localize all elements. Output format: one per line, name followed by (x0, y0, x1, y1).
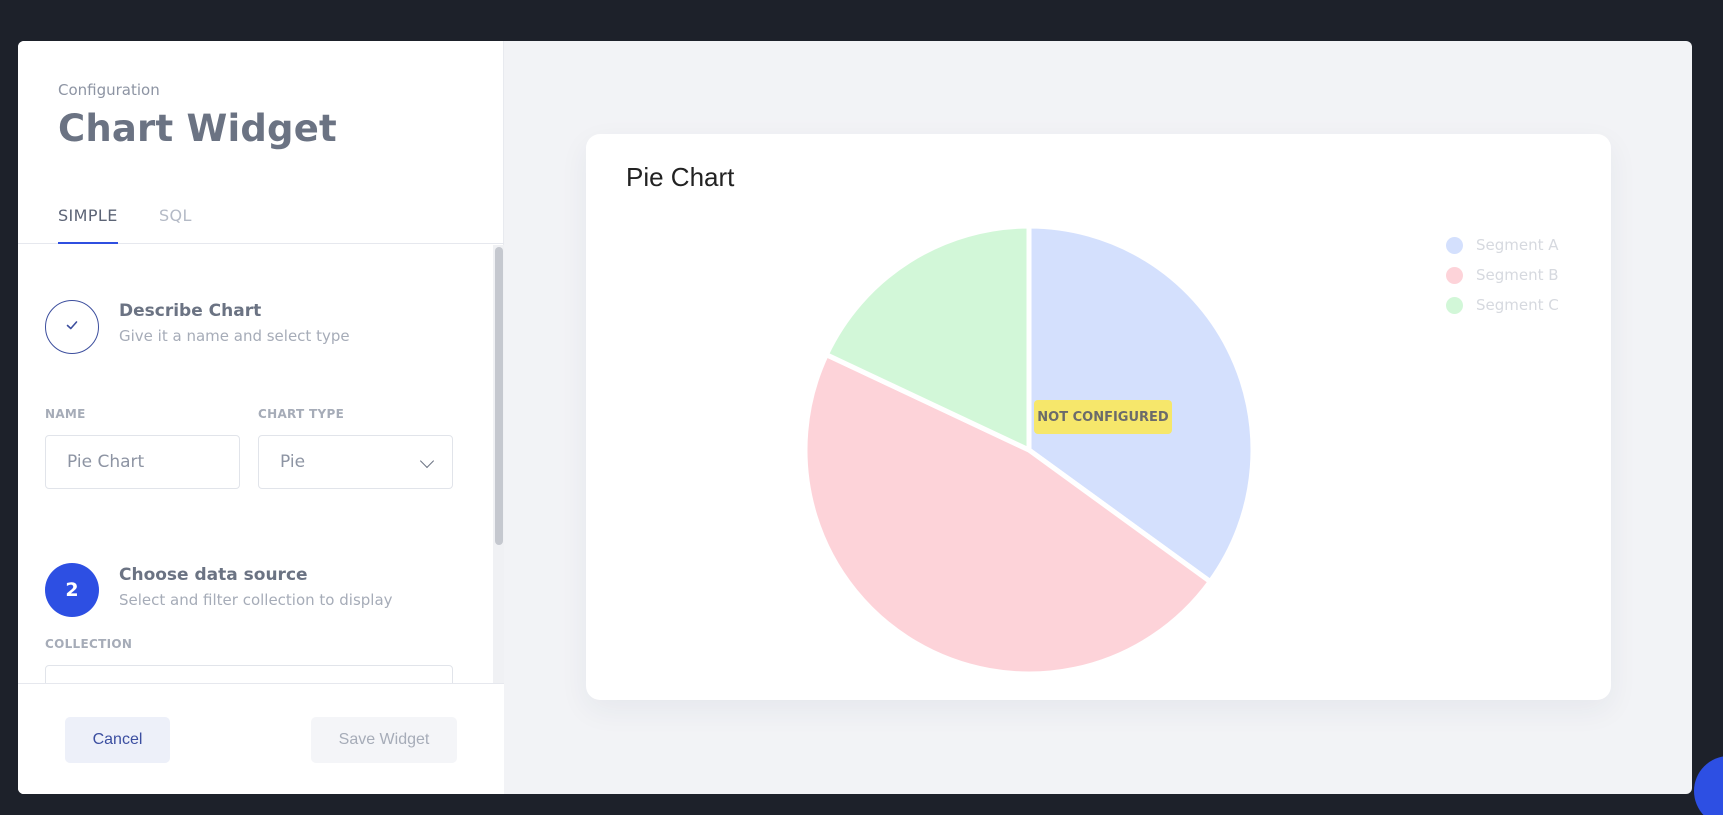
chart-preview-card: Pie Chart Segment A Segment B Segment C NO… (586, 134, 1611, 700)
tab-bar: SIMPLE SQL (18, 201, 504, 244)
panel-scrollbar[interactable] (493, 245, 504, 683)
chart-type-value: Pie (280, 452, 306, 472)
chart-widget-modal: Configuration Chart Widget SIMPLE SQL De… (18, 41, 1692, 794)
save-widget-button[interactable]: Save Widget (311, 717, 457, 763)
floating-action-button[interactable] (1694, 756, 1723, 815)
name-input[interactable]: Pie Chart (45, 435, 240, 489)
collection-label: COLLECTION (45, 637, 133, 651)
check-icon (64, 317, 80, 337)
name-input-value: Pie Chart (67, 452, 145, 472)
step-1-subtitle: Give it a name and select type (119, 327, 350, 345)
chart-legend: Segment A Segment B Segment C (1446, 230, 1559, 320)
step-1-complete-badge (45, 300, 99, 354)
name-label: NAME (45, 407, 86, 421)
not-configured-badge: NOT CONFIGURED (1034, 400, 1172, 434)
tab-sql[interactable]: SQL (159, 201, 192, 244)
legend-swatch (1446, 296, 1463, 314)
config-panel: Configuration Chart Widget SIMPLE SQL De… (18, 41, 504, 794)
step-2-title: Choose data source (119, 565, 308, 585)
step-2-subtitle: Select and filter collection to display (119, 591, 393, 609)
steps-scroll-area: Describe Chart Give it a name and select… (18, 245, 504, 683)
cancel-button[interactable]: Cancel (65, 717, 170, 763)
legend-item-segment-a[interactable]: Segment A (1446, 230, 1559, 260)
legend-label: Segment C (1476, 296, 1559, 314)
legend-label: Segment A (1476, 236, 1559, 254)
eyebrow-label: Configuration (58, 81, 160, 99)
step-2-number-badge: 2 (45, 563, 99, 617)
legend-item-segment-b[interactable]: Segment B (1446, 260, 1559, 290)
legend-label: Segment B (1476, 266, 1559, 284)
step-1-title: Describe Chart (119, 301, 262, 321)
tab-simple[interactable]: SIMPLE (58, 201, 118, 244)
page-title: Chart Widget (58, 107, 337, 150)
legend-swatch (1446, 266, 1463, 284)
legend-item-segment-c[interactable]: Segment C (1446, 290, 1559, 320)
collection-select[interactable] (45, 665, 453, 683)
scrollbar-thumb[interactable] (495, 247, 503, 545)
chart-type-label: CHART TYPE (258, 407, 345, 421)
legend-swatch (1446, 236, 1463, 254)
chart-type-select[interactable]: Pie (258, 435, 453, 489)
chevron-down-icon (419, 453, 435, 469)
